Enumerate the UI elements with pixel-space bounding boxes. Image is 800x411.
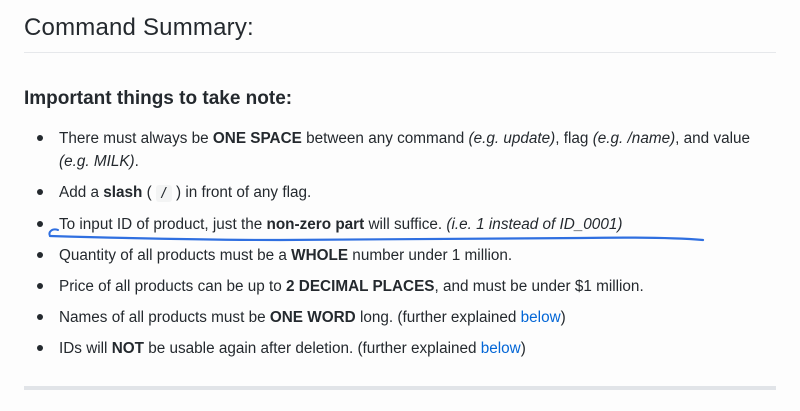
list-item: IDs will NOT be usable again after delet… — [34, 337, 782, 360]
list-item: To input ID of product, just the non-zer… — [34, 213, 782, 236]
section-divider — [24, 386, 776, 390]
bullet-icon — [37, 283, 43, 289]
list-item: Names of all products must be ONE WORD l… — [34, 306, 782, 329]
example: (i.e. 1 instead of ID_0001) — [446, 216, 623, 233]
emphasis: slash — [103, 184, 143, 201]
list-item: There must always be ONE SPACE between a… — [34, 127, 782, 173]
bullet-icon — [37, 135, 43, 141]
bullet-icon — [37, 345, 43, 351]
emphasis: ONE WORD — [269, 309, 356, 326]
emphasis: NOT — [111, 340, 144, 357]
notes-list: There must always be ONE SPACE between a… — [34, 127, 782, 360]
list-item: Add a slash ( / ) in front of any flag. — [34, 181, 782, 205]
below-link[interactable]: below — [521, 309, 561, 326]
list-item: Price of all products can be up to 2 DEC… — [34, 275, 782, 298]
example: (e.g. /name) — [592, 130, 676, 147]
emphasis: WHOLE — [291, 247, 349, 264]
bullet-icon — [37, 189, 43, 195]
bullet-icon — [37, 314, 43, 320]
bullet-icon — [37, 221, 43, 227]
heading-divider — [24, 52, 776, 53]
emphasis: ONE SPACE — [212, 130, 302, 147]
example: (e.g. MILK) — [59, 153, 135, 170]
inline-code: / — [155, 185, 172, 202]
emphasis: 2 DECIMAL PLACES — [286, 278, 435, 295]
list-item: Quantity of all products must be a WHOLE… — [34, 244, 782, 267]
section-heading: Command Summary: — [24, 14, 254, 41]
emphasis: non-zero part — [266, 216, 365, 233]
below-link[interactable]: below — [481, 340, 521, 357]
example: (e.g. update) — [468, 130, 556, 147]
subsection-heading: Important things to take note: — [24, 88, 293, 109]
bullet-icon — [37, 252, 43, 258]
document-page: Command Summary: Important things to tak… — [0, 0, 800, 411]
